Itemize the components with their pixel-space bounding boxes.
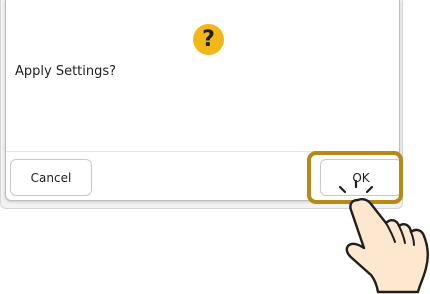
question-icon: ?	[193, 24, 224, 55]
cancel-button[interactable]: Cancel	[10, 159, 92, 196]
tap-lines	[338, 180, 374, 194]
screen: ? Apply Settings? Cancel OK	[0, 0, 430, 294]
dialog-message: Apply Settings?	[15, 64, 117, 79]
dialog-divider	[6, 151, 399, 152]
tapping-hand-icon	[338, 180, 429, 294]
confirm-dialog: ? Apply Settings? Cancel OK	[5, 0, 402, 201]
hand-shape	[345, 198, 429, 294]
